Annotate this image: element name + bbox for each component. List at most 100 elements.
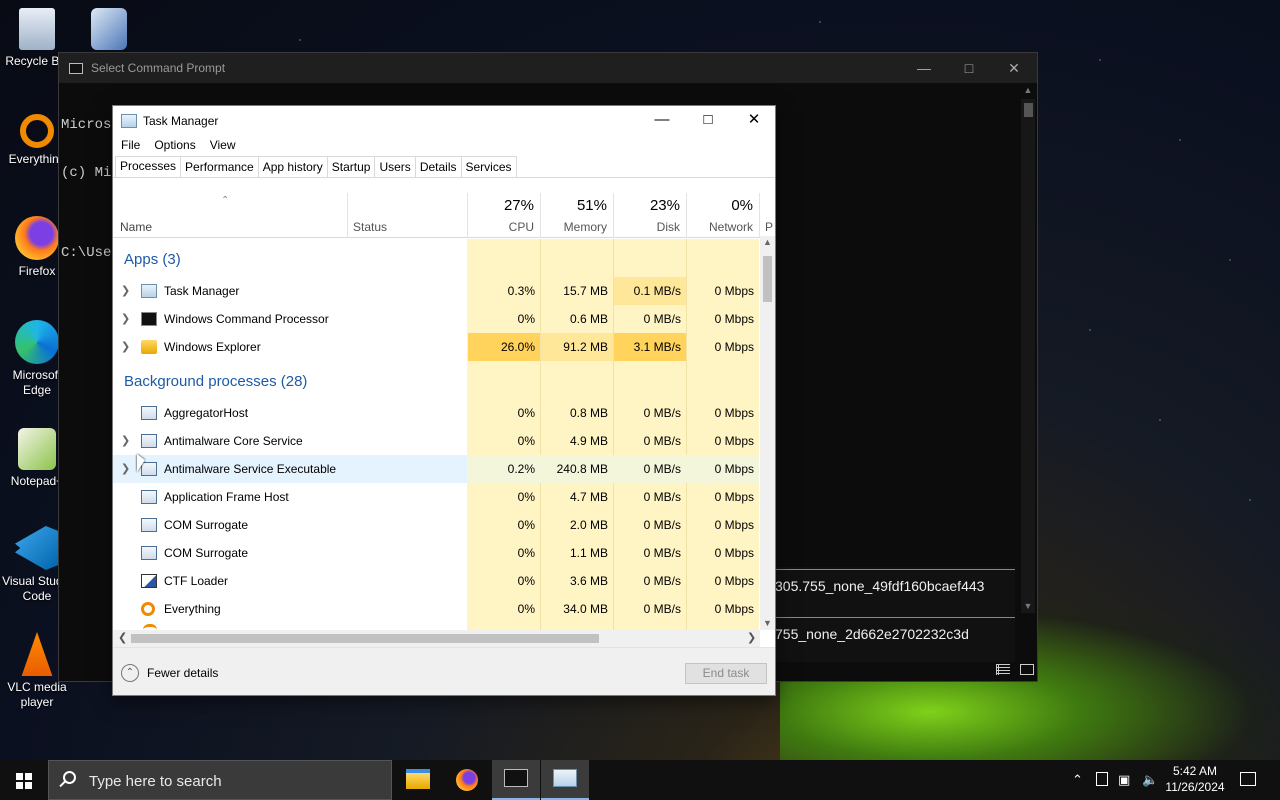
process-row[interactable]: ❯ Antimalware Service Executable 0.2% 24… [113, 455, 759, 483]
process-row[interactable]: Application Frame Host 0% 4.7 MB 0 MB/s … [113, 483, 759, 511]
process-row[interactable]: COM Surrogate 0% 2.0 MB 0 MB/s 0 Mbps [113, 511, 759, 539]
process-name: Task Manager [164, 284, 240, 298]
tm-footer: ⌃ Fewer details End task [113, 647, 775, 695]
scroll-down-icon[interactable]: ▼ [1023, 601, 1033, 611]
disk-value: 0 MB/s [643, 490, 681, 504]
expand-chevron-icon[interactable]: ❯ [121, 284, 130, 297]
scroll-thumb[interactable] [1024, 103, 1033, 117]
maximize-icon[interactable]: □ [946, 53, 992, 83]
group-apps[interactable]: Apps (3) [124, 251, 181, 268]
start-button[interactable] [0, 760, 48, 800]
menu-view[interactable]: View [208, 136, 242, 156]
memory-percent[interactable]: 51% [542, 197, 607, 214]
task-manager-window[interactable]: Task Manager — □ ✕ File Options View Pro… [112, 105, 776, 696]
process-name: Windows Command Processor [164, 312, 329, 326]
network-icon[interactable]: ▣ [1118, 772, 1130, 788]
expand-chevron-icon[interactable]: ❯ [121, 434, 130, 447]
taskbar-file-explorer[interactable] [394, 760, 442, 800]
menu-options[interactable]: Options [152, 136, 201, 156]
vscode-icon [15, 526, 59, 570]
cmd-output-lower: 305.755_none_49fdf160bcaef443 755_none_2… [775, 567, 1015, 662]
cpu-percent[interactable]: 27% [469, 197, 534, 214]
device-icon[interactable] [1096, 772, 1108, 786]
cmd-titlebar[interactable]: Select Command Prompt — □ ✕ [59, 53, 1037, 83]
process-row[interactable]: ❯ Antimalware Core Service 0% 4.9 MB 0 M… [113, 427, 759, 455]
column-divider [613, 193, 614, 238]
search-icon [63, 771, 76, 784]
tab-performance[interactable]: Performance [180, 156, 259, 177]
scroll-down-icon[interactable]: ▼ [762, 618, 773, 628]
preview-icon[interactable] [1020, 664, 1034, 675]
memory-value: 4.9 MB [569, 434, 608, 448]
taskbar-task-manager[interactable] [541, 760, 589, 800]
details-view-icon[interactable] [996, 664, 1010, 675]
process-name: CTF Loader [164, 574, 229, 588]
desktop-icon-label: Microsoft Edge [12, 368, 62, 397]
tab-processes[interactable]: Processes [115, 156, 182, 177]
search-placeholder: Type here to search [89, 773, 222, 790]
process-vertical-scrollbar[interactable]: ▲ ▼ [760, 236, 775, 630]
cpu-value: 26.0% [500, 340, 535, 354]
disk-value: 0 MB/s [643, 462, 681, 476]
network-value: 0 Mbps [714, 462, 754, 476]
desktop-icon-app[interactable] [72, 8, 146, 54]
column-power[interactable]: P [765, 220, 775, 234]
process-horizontal-scrollbar[interactable]: ❮ ❯ [113, 630, 760, 647]
menu-bar: File Options View [113, 136, 775, 156]
network-percent[interactable]: 0% [688, 197, 753, 214]
taskbar-command-prompt[interactable] [492, 760, 540, 800]
tab-details[interactable]: Details [414, 156, 462, 177]
everything-icon [20, 114, 54, 148]
disk-value: 0 MB/s [643, 312, 681, 326]
scroll-right-icon[interactable]: ❯ [747, 631, 756, 644]
close-icon[interactable]: ✕ [991, 53, 1037, 83]
notification-icon[interactable] [1240, 772, 1256, 786]
cpu-value: 0% [517, 434, 535, 448]
cmd-scrollbar[interactable]: ▲ ▼ [1021, 85, 1035, 613]
expand-chevron-icon[interactable]: ❯ [121, 312, 130, 325]
group-background-processes[interactable]: Background processes (28) [124, 373, 307, 390]
process-row[interactable]: AggregatorHost 0% 0.8 MB 0 MB/s 0 Mbps [113, 399, 759, 427]
show-hidden-icons-chevron-icon[interactable]: ⌃ [1072, 772, 1083, 788]
disk-percent[interactable]: 23% [615, 197, 680, 214]
tab-startup[interactable]: Startup [326, 156, 376, 177]
taskbar-firefox[interactable] [443, 760, 491, 800]
network-value: 0 Mbps [714, 406, 754, 420]
expand-chevron-icon[interactable]: ❯ [121, 462, 130, 475]
cpu-value: 0% [517, 490, 535, 504]
fewer-details-button[interactable]: ⌃ Fewer details [121, 664, 218, 682]
tab-app-history[interactable]: App history [257, 156, 328, 177]
process-row[interactable]: ❯ Windows Command Processor 0% 0.6 MB 0 … [113, 305, 759, 333]
tm-titlebar[interactable]: Task Manager — □ ✕ [113, 106, 775, 136]
process-row[interactable]: COM Surrogate 0% 1.1 MB 0 MB/s 0 Mbps [113, 539, 759, 567]
volume-muted-icon[interactable]: 🔈 [1142, 772, 1158, 788]
process-name: COM Surrogate [164, 518, 249, 532]
column-network[interactable]: Network [688, 220, 753, 234]
minimize-icon[interactable]: — [639, 106, 685, 136]
process-row[interactable]: ❯ Task Manager 0.3% 15.7 MB 0.1 MB/s 0 M… [113, 277, 759, 305]
scroll-up-icon[interactable]: ▲ [1023, 85, 1033, 95]
column-cpu[interactable]: CPU [469, 220, 534, 234]
tab-users[interactable]: Users [374, 156, 416, 177]
scroll-up-icon[interactable]: ▲ [762, 237, 773, 247]
column-memory[interactable]: Memory [542, 220, 607, 234]
end-task-button[interactable]: End task [685, 663, 767, 684]
column-divider [347, 193, 348, 238]
scroll-thumb[interactable] [131, 634, 599, 643]
column-disk[interactable]: Disk [615, 220, 680, 234]
process-row[interactable]: CTF Loader 0% 3.6 MB 0 MB/s 0 Mbps [113, 567, 759, 595]
maximize-icon[interactable]: □ [685, 106, 731, 136]
expand-chevron-icon[interactable]: ❯ [121, 340, 130, 353]
menu-file[interactable]: File [119, 136, 146, 156]
close-icon[interactable]: ✕ [731, 106, 777, 136]
scroll-thumb[interactable] [763, 256, 772, 302]
process-row[interactable]: ❯ Windows Explorer 26.0% 91.2 MB 3.1 MB/… [113, 333, 759, 361]
scroll-left-icon[interactable]: ❮ [118, 631, 127, 644]
minimize-icon[interactable]: — [901, 53, 947, 83]
process-row[interactable]: Everything 0% 34.0 MB 0 MB/s 0 Mbps [113, 595, 759, 623]
clock[interactable]: 5:42 AM 11/26/2024 [1160, 763, 1230, 795]
tab-services[interactable]: Services [460, 156, 517, 177]
disk-value: 0 MB/s [643, 602, 681, 616]
cmd-line: 755_none_2d662e2702232c3d [775, 626, 969, 642]
taskbar-search-box[interactable]: Type here to search [48, 760, 392, 800]
